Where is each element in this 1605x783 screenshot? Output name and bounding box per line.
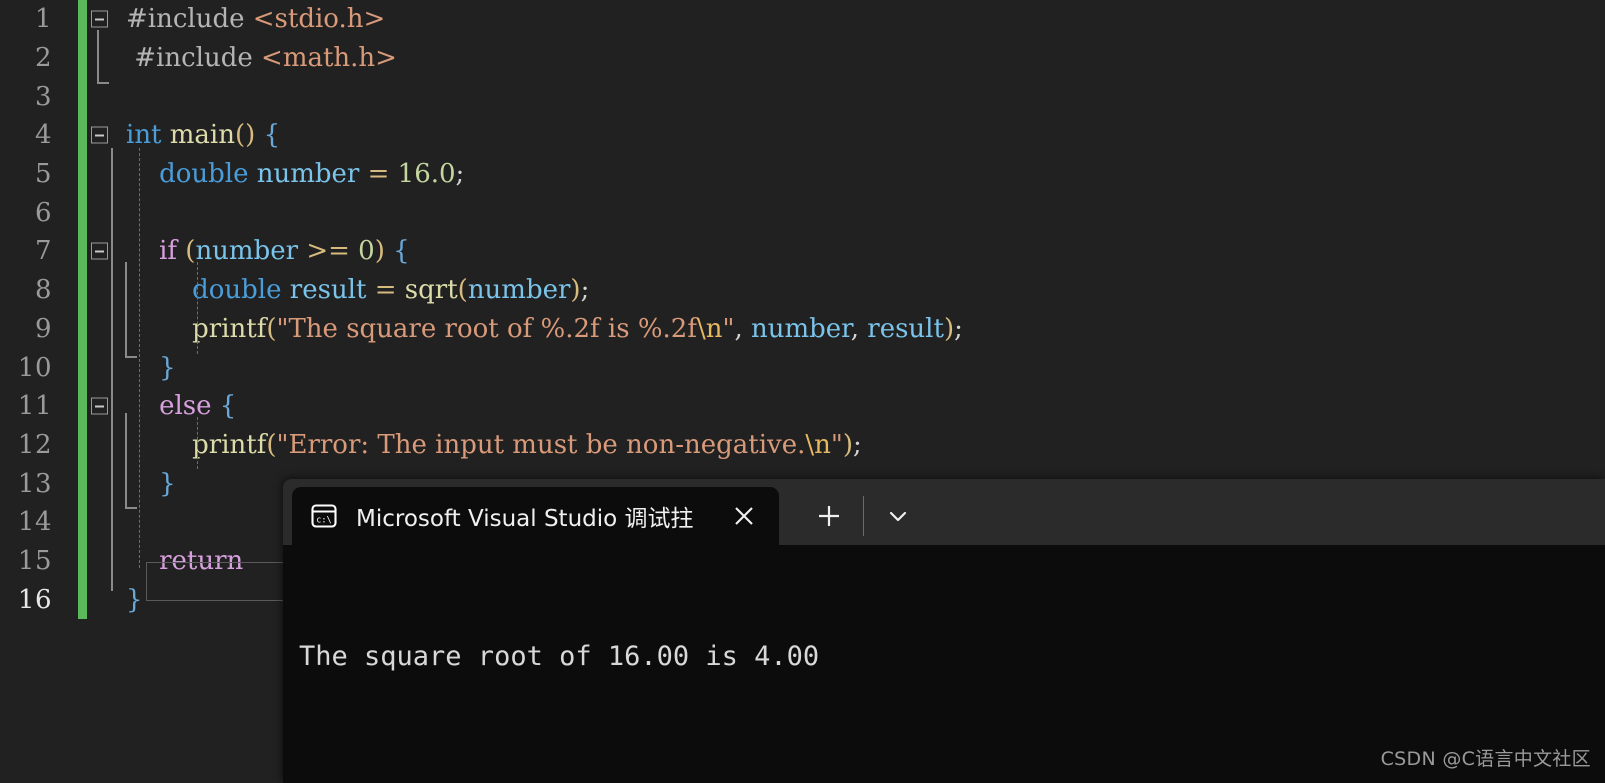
fold-region-line xyxy=(125,262,127,356)
svg-text:c:\: c:\ xyxy=(316,515,332,525)
line-number: 12 xyxy=(17,429,52,460)
line-number: 8 xyxy=(34,275,52,306)
code-text: double number = 16.0; xyxy=(159,159,465,190)
fold-region-line xyxy=(97,30,99,82)
watermark: CSDN @C语言中文社区 xyxy=(1380,748,1591,770)
change-bar xyxy=(78,464,87,503)
code-line[interactable]: 9 printf("The square root of %.2f is %.2… xyxy=(0,309,1605,349)
fold-region-line xyxy=(111,148,113,591)
line-number: 7 xyxy=(34,236,52,267)
fold-collapse-icon[interactable] xyxy=(91,242,108,260)
code-line[interactable]: 6 xyxy=(0,193,1605,233)
change-bar xyxy=(78,425,87,465)
line-number: 9 xyxy=(34,313,52,344)
change-bar xyxy=(78,77,87,117)
line-number: 5 xyxy=(34,159,52,190)
code-line[interactable]: 12 printf("Error: The input must be non-… xyxy=(0,425,1605,465)
change-bar xyxy=(78,154,87,194)
change-bar xyxy=(78,348,87,387)
code-text: printf("The square root of %.2f is %.2f\… xyxy=(192,313,963,344)
close-icon[interactable] xyxy=(723,495,765,537)
code-text: printf("Error: The input must be non-neg… xyxy=(192,429,862,460)
line-number: 10 xyxy=(17,352,52,383)
code-text: double result = sqrt(number); xyxy=(192,275,590,306)
change-bar xyxy=(78,386,87,426)
line-number: 16 xyxy=(17,584,52,615)
line-number: 2 xyxy=(34,43,52,74)
line-number: 4 xyxy=(34,120,52,151)
change-bar xyxy=(78,38,87,78)
indent-guide xyxy=(197,417,198,469)
code-text: else { xyxy=(159,391,237,422)
line-number: 15 xyxy=(17,545,52,576)
line-number: 3 xyxy=(34,81,52,112)
fold-region-line xyxy=(125,413,127,507)
code-text: } xyxy=(159,352,176,383)
code-line[interactable]: 8 double result = sqrt(number); xyxy=(0,270,1605,310)
terminal-tab-title: Microsoft Visual Studio 调试拄 xyxy=(356,506,694,532)
code-line[interactable]: 1 #include <stdio.h> xyxy=(0,0,1605,39)
code-line[interactable]: 5 double number = 16.0; xyxy=(0,154,1605,194)
fold-collapse-icon[interactable] xyxy=(91,10,108,28)
chevron-down-icon[interactable] xyxy=(870,487,926,545)
line-number: 1 xyxy=(34,4,52,35)
line-number: 14 xyxy=(17,507,52,538)
code-line[interactable]: 2 #include <math.h> xyxy=(0,38,1605,78)
console-window[interactable]: c:\ Microsoft Visual Studio 调试拄 The squa… xyxy=(283,479,1605,783)
change-bar xyxy=(78,309,87,349)
fold-region-end xyxy=(125,507,137,509)
change-bar xyxy=(78,232,87,271)
code-line[interactable]: 10 } xyxy=(0,348,1605,387)
line-number: 13 xyxy=(17,468,52,499)
change-bar xyxy=(78,0,87,39)
tab-bar-divider xyxy=(863,496,864,536)
console-cmd-icon: c:\ xyxy=(310,502,338,530)
change-bar xyxy=(78,116,87,155)
code-text: #include <math.h> xyxy=(134,43,397,74)
terminal-tab-bar[interactable]: c:\ Microsoft Visual Studio 调试拄 xyxy=(283,479,1605,545)
code-line[interactable]: 4 int main() { xyxy=(0,116,1605,155)
line-number: 6 xyxy=(34,197,52,228)
change-bar xyxy=(78,270,87,310)
code-text: if (number >= 0) { xyxy=(159,236,410,267)
fold-region-end xyxy=(125,356,137,358)
fold-column[interactable] xyxy=(87,0,117,39)
fold-collapse-icon[interactable] xyxy=(91,397,108,415)
line-number: 11 xyxy=(17,391,52,422)
change-bar xyxy=(78,193,87,233)
code-line[interactable]: 11 else { xyxy=(0,386,1605,426)
code-line[interactable]: 7 if (number >= 0) { xyxy=(0,232,1605,271)
fold-collapse-icon[interactable] xyxy=(91,126,108,144)
indent-guide xyxy=(139,148,140,568)
change-bar xyxy=(78,580,87,619)
new-tab-button[interactable] xyxy=(801,487,857,545)
terminal-tab-active[interactable]: c:\ Microsoft Visual Studio 调试拄 xyxy=(292,487,779,545)
fold-region-end xyxy=(97,82,109,84)
change-bar xyxy=(78,541,87,581)
code-line[interactable]: 3 xyxy=(0,77,1605,117)
code-text: int main() { xyxy=(126,120,281,151)
fold-column[interactable] xyxy=(87,39,117,78)
indent-guide xyxy=(197,262,198,354)
change-bar xyxy=(78,502,87,542)
console-output-line: The square root of 16.00 is 4.00 xyxy=(299,641,820,672)
code-text: #include <stdio.h> xyxy=(126,4,386,35)
